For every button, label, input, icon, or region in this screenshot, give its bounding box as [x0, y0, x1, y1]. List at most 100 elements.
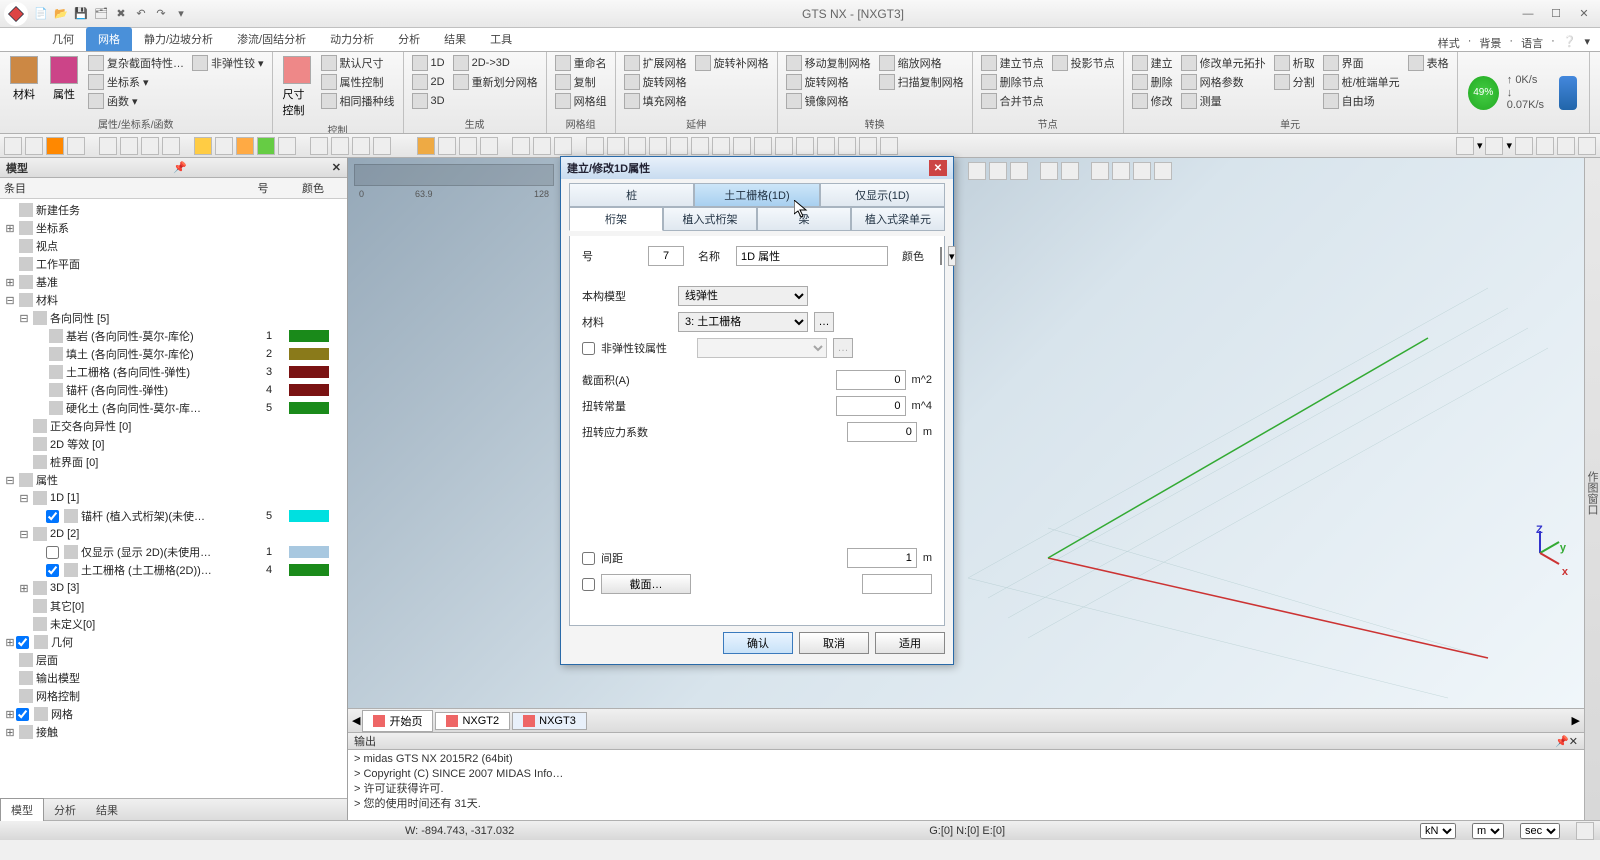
minimize-icon[interactable]: —	[1516, 5, 1540, 23]
pin-icon[interactable]: 📌	[173, 161, 187, 174]
tree-item[interactable]: ⊞坐标系	[0, 219, 347, 237]
size-control-button[interactable]: 尺寸控制	[279, 54, 315, 120]
divide-button[interactable]: 分割	[1272, 73, 1317, 91]
tree-item[interactable]: 硬化土 (各向同性-莫尔-库…5	[0, 399, 347, 417]
gen-1d-button[interactable]: 1D	[410, 54, 447, 72]
tb-btn[interactable]	[236, 137, 254, 155]
save-all-icon[interactable]: 🗂	[92, 5, 110, 23]
color-swatch[interactable]	[940, 247, 942, 265]
spacing-checkbox[interactable]	[582, 552, 595, 565]
scale-button[interactable]: 缩放网格	[877, 54, 966, 72]
table-button[interactable]: 表格	[1406, 54, 1451, 72]
gen-2d-button[interactable]: 2D	[410, 73, 447, 91]
tb-btn[interactable]	[554, 137, 572, 155]
vp-tb[interactable]	[989, 162, 1007, 180]
tb-btn[interactable]	[607, 137, 625, 155]
material-button[interactable]: 材料	[6, 54, 42, 104]
tree-checkbox[interactable]	[46, 510, 59, 523]
coord-sys-button[interactable]: 坐标系▾	[86, 73, 186, 91]
rename-button[interactable]: 重命名	[553, 54, 609, 72]
tb-btn[interactable]	[1515, 137, 1533, 155]
tb-btn[interactable]	[438, 137, 456, 155]
remesh-button[interactable]: 重新划分网格	[451, 73, 540, 91]
project-node-button[interactable]: 投影节点	[1050, 54, 1117, 72]
rotate-mesh2-button[interactable]: 旋转网格	[784, 73, 873, 91]
tb-btn[interactable]	[691, 137, 709, 155]
tb-btn[interactable]	[352, 137, 370, 155]
output-body[interactable]: > midas GTS NX 2015R2 (64bit)> Copyright…	[348, 750, 1584, 820]
pile-elem-button[interactable]: 桩/桩端单元	[1321, 73, 1402, 91]
tree-checkbox[interactable]	[16, 636, 29, 649]
tb-btn[interactable]	[628, 137, 646, 155]
gen-2d3d-button[interactable]: 2D->3D	[451, 54, 540, 72]
close-window-icon[interactable]: ✕	[1572, 5, 1596, 23]
tree-item[interactable]: ⊞基准	[0, 273, 347, 291]
name-input[interactable]	[736, 246, 888, 266]
dlg-tab-pile[interactable]: 桩	[569, 183, 694, 207]
undo-icon[interactable]: ↶	[132, 5, 150, 23]
material-select[interactable]: 3: 土工栅格	[678, 312, 808, 332]
output-pin-icon[interactable]: 📌	[1555, 735, 1569, 748]
interface-button[interactable]: 界面	[1321, 54, 1402, 72]
modify-topo-button[interactable]: 修改单元拓扑	[1179, 54, 1268, 72]
tb-btn[interactable]	[817, 137, 835, 155]
free-field-button[interactable]: 自由场	[1321, 92, 1402, 110]
vp-tb[interactable]	[1010, 162, 1028, 180]
tree-checkbox[interactable]	[46, 546, 59, 559]
material-edit-icon[interactable]: …	[814, 312, 834, 332]
tb-btn[interactable]	[162, 137, 180, 155]
doc-tab-3[interactable]: NXGT3	[512, 712, 587, 730]
save-icon[interactable]: 💾	[72, 5, 90, 23]
background-menu[interactable]: 背景	[1479, 35, 1501, 51]
tb-btn[interactable]	[1485, 137, 1503, 155]
tree-item[interactable]: 网格控制	[0, 687, 347, 705]
tb-btn[interactable]	[194, 137, 212, 155]
vp-tb[interactable]	[1040, 162, 1058, 180]
function-button[interactable]: 函数▾	[86, 92, 186, 110]
modify-elem-button[interactable]: 修改	[1130, 92, 1175, 110]
gen-3d-button[interactable]: 3D	[410, 92, 447, 110]
id-input[interactable]	[648, 246, 684, 266]
tb-btn[interactable]	[649, 137, 667, 155]
doc-tab-start[interactable]: 开始页	[362, 710, 433, 732]
resource-indicator[interactable]	[1559, 76, 1577, 110]
ribbon-tab-analysis[interactable]: 分析	[386, 27, 432, 51]
tb-btn[interactable]	[417, 137, 435, 155]
merge-node-button[interactable]: 合并节点	[979, 92, 1046, 110]
property-button[interactable]: 属性	[46, 54, 82, 104]
tb-btn[interactable]	[46, 137, 64, 155]
tb-btn[interactable]	[331, 137, 349, 155]
dlg-tab-beam[interactable]: 梁	[757, 207, 851, 231]
mesh-params-button[interactable]: 网格参数	[1179, 73, 1268, 91]
tb-btn[interactable]	[859, 137, 877, 155]
delete-node-button[interactable]: 删除节点	[979, 73, 1046, 91]
tree-item[interactable]: 土工栅格 (各向同性-弹性)3	[0, 363, 347, 381]
tb-btn[interactable]	[796, 137, 814, 155]
section-checkbox[interactable]	[582, 578, 595, 591]
style-menu[interactable]: 样式	[1438, 35, 1460, 51]
mesh-group-button[interactable]: 网格组	[553, 92, 609, 110]
tb-btn[interactable]	[67, 137, 85, 155]
tb-btn[interactable]	[1536, 137, 1554, 155]
viewport[interactable]: 063.9128 Z y x	[348, 158, 1584, 708]
tree-item[interactable]: ⊞几何	[0, 633, 347, 651]
tree-checkbox[interactable]	[16, 708, 29, 721]
tree-item[interactable]: 未定义[0]	[0, 615, 347, 633]
tree-checkbox[interactable]	[46, 564, 59, 577]
unit-time[interactable]: sec	[1520, 823, 1560, 839]
model-select[interactable]: 线弹性	[678, 286, 808, 306]
tb-btn[interactable]	[754, 137, 772, 155]
torsion-stress-input[interactable]	[847, 422, 917, 442]
move-copy-button[interactable]: 移动复制网格	[784, 54, 873, 72]
create-elem-button[interactable]: 建立	[1130, 54, 1175, 72]
tb-btn[interactable]	[459, 137, 477, 155]
language-menu[interactable]: 语言	[1521, 35, 1543, 51]
ribbon-tab-mesh[interactable]: 网格	[86, 27, 132, 51]
right-dock-tab[interactable]: 作图窗口	[1584, 158, 1600, 820]
hinge-checkbox[interactable]	[582, 342, 595, 355]
rotate-patch-button[interactable]: 旋转补网格	[693, 54, 771, 72]
tab-next-icon[interactable]: ▶	[1572, 714, 1580, 727]
tb-btn[interactable]	[1557, 137, 1575, 155]
sweep-copy-button[interactable]: 扫描复制网格	[877, 73, 966, 91]
tb-btn[interactable]	[1456, 137, 1474, 155]
